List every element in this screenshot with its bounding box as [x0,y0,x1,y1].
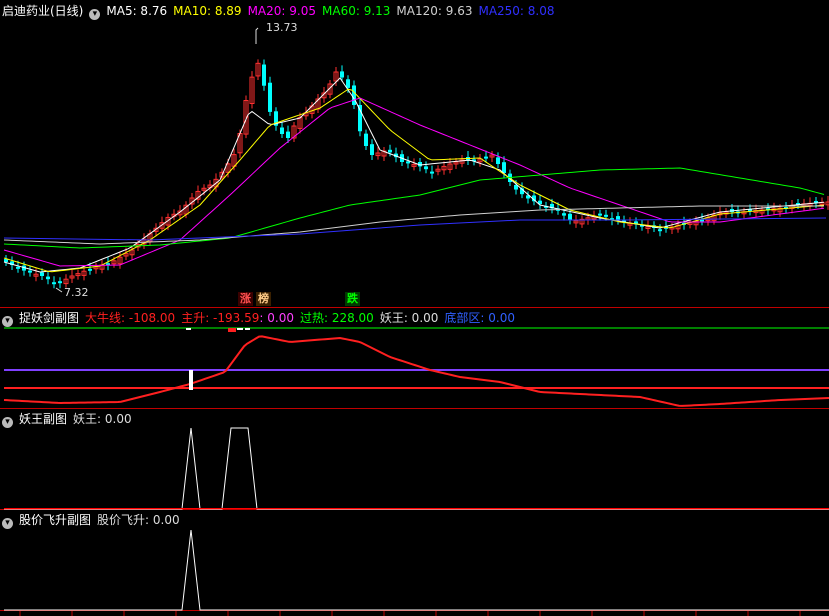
signal-bar [189,370,193,390]
candle-body-down [370,144,374,155]
panel2-header: ▾ 妖王副图 妖王: 0.00 [2,411,138,428]
settings-circle-icon[interactable]: ▾ [89,9,101,20]
high-price-label: 13.73 [266,21,298,34]
panel1-title: 捉妖剑副图 [19,311,80,325]
panel2-title: 妖王副图 [19,412,68,426]
candle-body-down [58,281,62,284]
panel1-header: ▾ 捉妖剑副图 大牛线: -108.00 主升: -193.59: 0.00 过热: 2… [2,310,521,327]
candle-body-down [46,276,50,280]
candle-body-down [340,71,344,78]
panel3-title: 股价飞升副图 [19,513,92,527]
ma5-value: MA5: 8.76 [106,4,168,18]
panel2-yaowang: 妖王: 0.00 [73,412,132,426]
panel1-yaowang: 妖王: 0.00 [379,311,439,325]
stock-title: 启迪药业(日线) [2,4,84,18]
candle-body-down [280,127,284,134]
ma250-value: MA250: 8.08 [478,4,555,18]
signal-fall-tag: 跌 [345,292,360,306]
candle-body-down [16,266,20,269]
candle-body-down [598,213,602,216]
marker-top [186,328,191,330]
ma10-value: MA10: 8.89 [173,4,242,18]
candle-body-down [430,171,434,174]
panel1-bull-line: 大牛线: -108.00 [85,311,176,325]
candle-body-down [658,229,662,232]
candle-body-down [568,213,572,221]
candle-body-down [562,213,566,216]
ma120-value: MA120: 9.63 [396,4,473,18]
candle-body-down [484,156,488,159]
candle-body-down [502,162,506,173]
marker-red [228,328,236,332]
candle-body-down [268,82,272,112]
panel3-settings-icon[interactable]: ▾ [2,518,13,529]
candle-body-down [286,131,290,138]
candle-body-down [604,214,608,217]
panel3-header: ▾ 股价飞升副图 股价飞升: 0.00 [2,512,186,529]
candle-body-down [388,149,392,153]
candle-body-down [346,79,350,88]
panel1-overheat: 过热: 228.00 [299,311,374,325]
candle-body-down [88,268,92,271]
panel3-surge: 股价飞升: 0.00 [97,513,180,527]
candle-body-down [40,272,44,276]
low-price-label: 7.32 [64,286,89,299]
panel2-settings-icon[interactable]: ▾ [2,417,13,428]
panel1-unnamed: : 0.00 [259,311,294,325]
candle-body-down [424,166,428,170]
candle-body-down [496,157,500,164]
main-chart-header: 启迪药业(日线) ▾ MA5: 8.76 MA10: 8.89 MA20: 9.05 MA… [2,3,561,20]
signal-list-tag: 榜 [256,292,271,306]
panel1-settings-icon[interactable]: ▾ [2,316,13,327]
panel1-main-rise: 主升: -193.59 [181,311,260,325]
candle-body-down [406,161,410,164]
candle-body-down [262,64,266,86]
candle-body-down [52,282,56,285]
candle-body-down [364,133,368,146]
candle-body-down [28,270,32,273]
signal-rise-tag: 涨 [238,292,253,306]
candle-body-down [352,85,356,105]
panel1-bottom-zone: 底部区: 0.00 [444,311,515,325]
marker-top [245,328,250,330]
ma60-value: MA60: 9.13 [322,4,391,18]
marker-top [237,328,243,330]
ma20-value: MA20: 9.05 [247,4,316,18]
